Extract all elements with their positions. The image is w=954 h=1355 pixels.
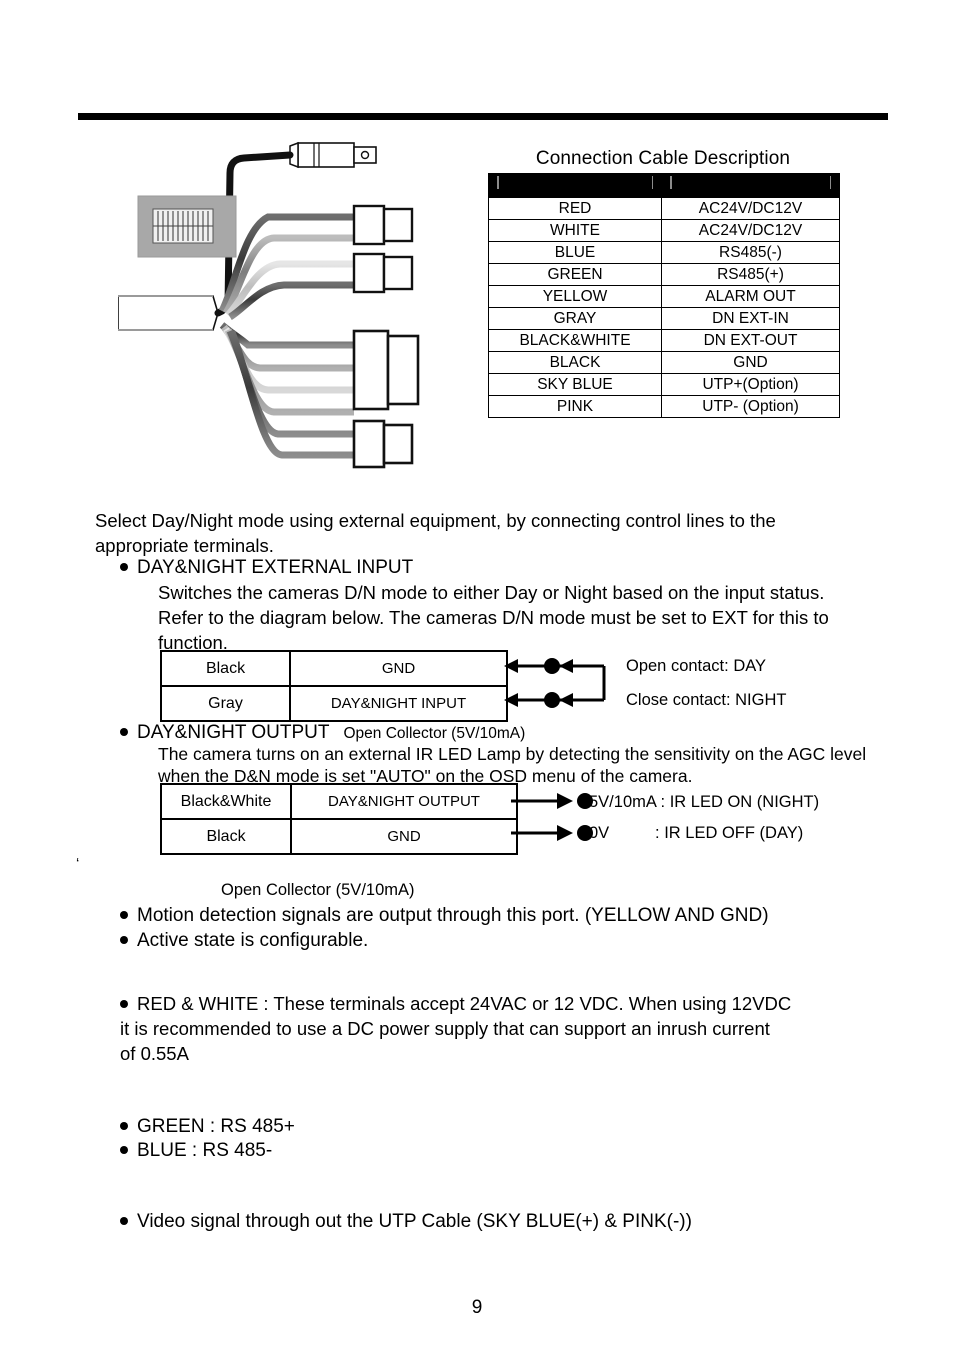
bullet-dot-icon [120,563,128,571]
table-row: BLUE RS485(-) [488,241,840,264]
table-row: Black GND [160,818,518,855]
cell-wire-color: RED [488,197,662,220]
cell-function: RS485(+) [661,263,840,286]
stray-quote-mark: ‘ [76,855,80,872]
cell-function: DN EXT-IN [661,307,840,330]
table-row: RED AC24V/DC12V [488,197,840,220]
motion-detection-text: Motion detection signals are output thro… [137,905,769,926]
alarm-open-collector-note: Open Collector (5V/10mA) [221,881,415,899]
day-night-output-description: The camera turns on an external IR LED L… [158,744,867,786]
table-row: YELLOW ALARM OUT [488,285,840,308]
power-line-1: RED & WHITE : These terminals accept 24V… [137,993,792,1014]
table-row: GRAY DN EXT-IN [488,307,840,330]
table-header-row [488,173,840,198]
table-row: Gray DAY&NIGHT INPUT [160,685,508,722]
cell-wire-color: BLACK&WHITE [488,329,662,352]
utp-video-text: Video signal through out the UTP Cable (… [137,1211,692,1232]
cell-signal: GND [290,818,518,855]
cell-function: DN EXT-OUT [661,329,840,352]
table-row: BLACK GND [488,351,840,374]
input-close-contact-label: Close contact: NIGHT [626,691,787,709]
rs485-minus-text: BLUE : RS 485- [137,1140,273,1161]
page-number: 9 [471,1297,483,1318]
bullet-dot-icon [120,1146,128,1154]
cell-function: AC24V/DC12V [661,219,840,242]
table-row: Black&White DAY&NIGHT OUTPUT [160,783,518,820]
output-day-label: 0V : IR LED OFF (DAY) [589,824,804,842]
cell-wire-color: BLACK [488,351,662,374]
cell-function: RS485(-) [661,241,840,264]
header-rule [78,113,888,120]
header-wire-color [488,173,662,198]
day-night-input-description: Switches the cameras D/N mode to either … [158,582,829,653]
day-night-input-heading-text: DAY&NIGHT EXTERNAL INPUT [137,557,414,578]
table-row: WHITE AC24V/DC12V [488,219,840,242]
cell-signal: DAY&NIGHT INPUT [289,685,508,722]
rs485-plus-text: GREEN : RS 485+ [137,1116,295,1137]
cell-wire-color: GREEN [488,263,662,286]
cell-wire-color: PINK [488,395,662,418]
bullet-dot-icon [120,1217,128,1225]
cell-wire-color: Black&White [160,783,292,820]
cell-wire-color: Black [160,650,291,687]
cell-wire-color: WHITE [488,219,662,242]
cell-wire-color: Gray [160,685,291,722]
table-row: SKY BLUE UTP+(Option) [488,373,840,396]
rs485-plus-bullet: GREEN : RS 485+ [120,1114,295,1139]
active-state-text: Active state is configurable. [137,930,369,951]
bullet-dot-icon [120,1000,128,1008]
utp-video-bullet: Video signal through out the UTP Cable (… [120,1209,692,1234]
table-row: PINK UTP- (Option) [488,395,840,418]
input-contact-diagram [504,658,606,708]
day-night-output-heading-text: DAY&NIGHT OUTPUT [137,722,330,743]
header-function [661,173,840,198]
output-signal-diagram [511,793,593,841]
day-night-output-terminal-table: Black&White DAY&NIGHT OUTPUT Black GND [160,783,518,855]
cable-harness-illustration [118,133,458,483]
cell-function: GND [661,351,840,374]
intro-paragraph: Select Day/Night mode using external equ… [95,510,776,556]
table-row: GREEN RS485(+) [488,263,840,286]
bullet-dot-icon [120,936,128,944]
table-row: Black GND [160,650,508,687]
cell-function: UTP+(Option) [661,373,840,396]
bullet-dot-icon [120,911,128,919]
cell-function: AC24V/DC12V [661,197,840,220]
cell-signal: GND [289,650,508,687]
input-open-contact-label: Open contact: DAY [626,657,767,675]
cell-wire-color: BLUE [488,241,662,264]
day-night-input-terminal-table: Black GND Gray DAY&NIGHT INPUT [160,650,508,722]
power-bullet: RED & WHITE : These terminals accept 24V… [120,991,875,1066]
day-night-output-heading-note: Open Collector (5V/10mA) [343,725,526,742]
motion-detection-bullet: Motion detection signals are output thro… [120,903,769,928]
cell-wire-color: SKY BLUE [488,373,662,396]
connection-cable-table: RED AC24V/DC12V WHITE AC24V/DC12V BLUE R… [488,173,840,418]
rs485-minus-bullet: BLUE : RS 485- [120,1138,272,1163]
output-night-label: 5V/10mA : IR LED ON (NIGHT) [589,793,820,811]
power-line-2: it is recommended to use a DC power supp… [120,1018,770,1039]
cell-wire-color: Black [160,818,292,855]
cell-signal: DAY&NIGHT OUTPUT [290,783,518,820]
day-night-input-heading: DAY&NIGHT EXTERNAL INPUT [120,555,413,580]
cell-function: ALARM OUT [661,285,840,308]
manual-page: Connection Cable Description RED AC24V/D… [0,0,954,1355]
power-line-3: of 0.55A [120,1043,189,1064]
bullet-dot-icon [120,728,128,736]
bullet-dot-icon [120,1122,128,1130]
cell-wire-color: GRAY [488,307,662,330]
active-state-bullet: Active state is configurable. [120,928,368,953]
cable-table-title: Connection Cable Description [535,148,791,169]
table-row: BLACK&WHITE DN EXT-OUT [488,329,840,352]
cell-function: UTP- (Option) [661,395,840,418]
cell-wire-color: YELLOW [488,285,662,308]
